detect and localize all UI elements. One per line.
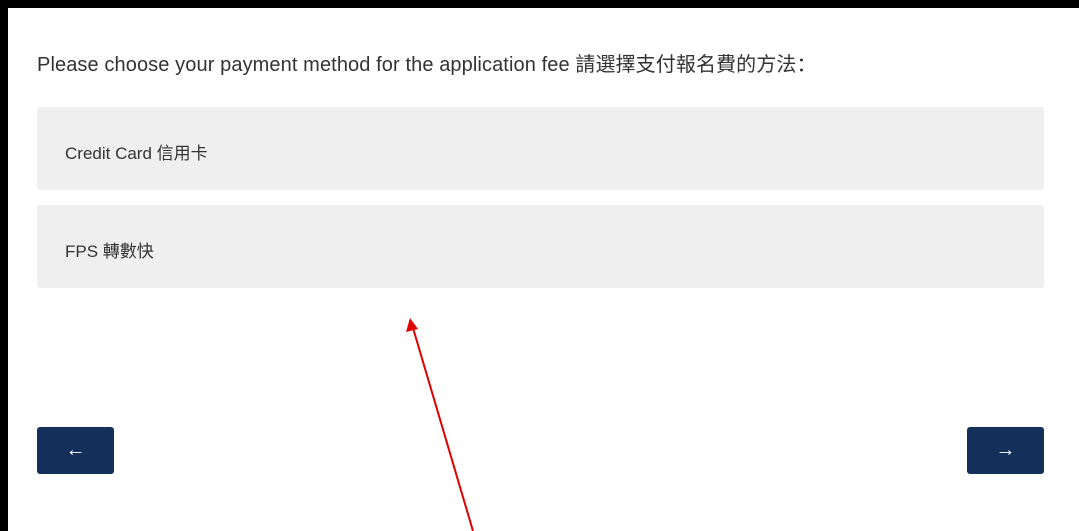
left-arrow-icon: ← [65,439,86,461]
payment-option-fps[interactable]: FPS 轉數快 [37,205,1044,288]
payment-method-prompt: Please choose your payment method for th… [37,54,817,76]
payment-option-credit-card-label: Credit Card 信用卡 [65,144,208,163]
next-button[interactable]: → [967,427,1044,474]
payment-method-panel: Please choose your payment method for th… [8,8,1079,531]
payment-option-fps-label: FPS 轉數快 [65,242,154,261]
payment-option-credit-card[interactable]: Credit Card 信用卡 [37,107,1044,190]
right-arrow-icon: → [995,439,1016,461]
back-button[interactable]: ← [37,427,114,474]
